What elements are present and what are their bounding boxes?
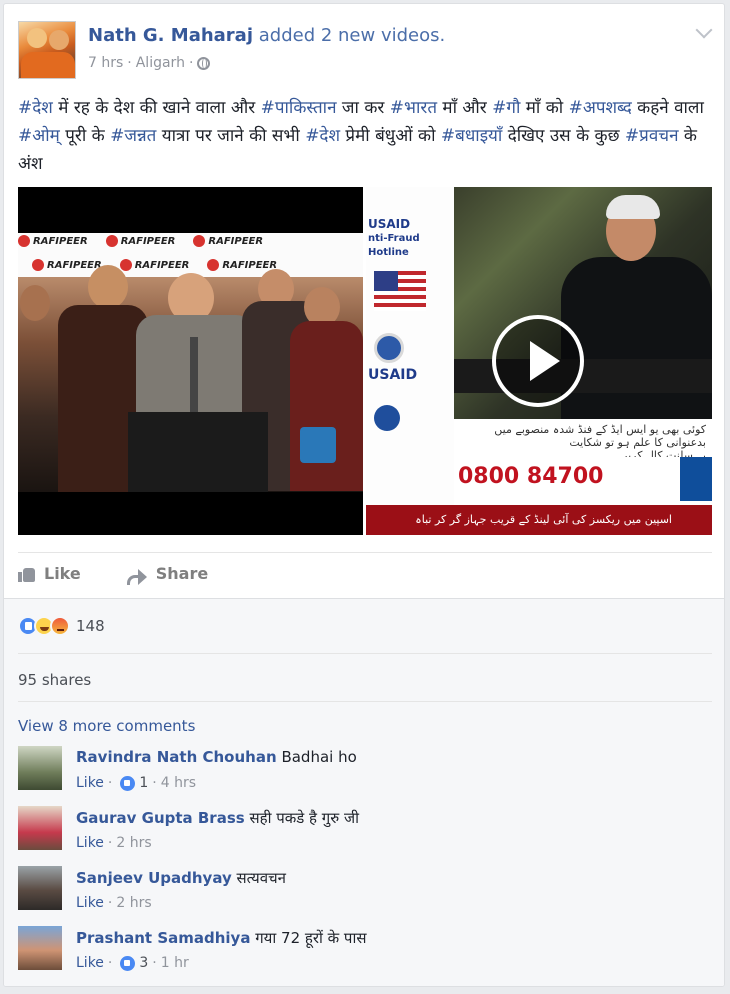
author-name[interactable]: Nath G. Maharaj <box>88 25 253 46</box>
thumbs-up-icon <box>18 566 35 582</box>
post-text-fragment: जा कर <box>336 98 390 118</box>
video-thumbnail-2[interactable]: USAID nti-Fraud Hotline USAID کوئی بھی ی… <box>366 187 712 535</box>
comment-like-link[interactable]: Like <box>76 775 104 791</box>
hashtag-link[interactable]: #जन्नत <box>110 126 156 146</box>
comment-item: Sanjeev Upadhyay सत्यवचन Like · 2 hrs <box>18 866 708 916</box>
post-text-fragment: यात्रा पर जाने की सभी <box>156 126 306 146</box>
comment-item: Gaurav Gupta Brass सही पकडे है गुरु जी L… <box>18 806 708 856</box>
post-text-fragment: कहने वाला <box>631 98 704 118</box>
feedback-section: 148 95 shares View 8 more comments Ravin… <box>4 598 724 986</box>
comment-time[interactable]: 2 hrs <box>116 835 151 851</box>
post-action-text[interactable]: added 2 new videos. <box>259 25 445 46</box>
channel-logo-icon <box>300 427 336 463</box>
comment-text: सही पकडे है गुरु जी <box>249 809 359 827</box>
flag-icon <box>374 271 426 311</box>
comment-like-link[interactable]: Like <box>76 895 104 911</box>
avatar[interactable] <box>18 866 62 910</box>
reactions-summary[interactable]: 148 <box>18 616 105 636</box>
post-text-fragment: माँ और <box>437 98 493 118</box>
video-thumbnail-1[interactable]: RAFIPEER RAFIPEER RAFIPEER RAFIPEER RAFIPEE… <box>18 187 363 535</box>
post-text-fragment: देखिए उस के कुछ <box>502 126 625 146</box>
angry-reaction-icon <box>50 616 70 636</box>
post-text: #देश में रह के देश की खाने वाला और #पाकि… <box>18 94 718 178</box>
hashtag-link[interactable]: #देश <box>18 98 53 118</box>
view-more-comments-link[interactable]: View 8 more comments <box>18 717 195 735</box>
sponsor-logos: RAFIPEER RAFIPEER RAFIPEER <box>18 235 363 247</box>
share-button[interactable]: Share <box>126 564 208 585</box>
commenter-name[interactable]: Sanjeev Upadhyay <box>76 869 232 887</box>
post-text-fragment: पूरी के <box>59 126 111 146</box>
play-button[interactable] <box>492 315 584 407</box>
chevron-down-icon[interactable] <box>695 21 713 39</box>
post-actions: Like Share <box>18 564 208 585</box>
urdu-caption: کوئی بھی یو ایس ایڈ کے فنڈ شدہ منصوبے می… <box>454 419 712 462</box>
post-text-fragment: में रह के देश की खाने वाला और <box>52 98 261 118</box>
post-location[interactable]: Aligarh <box>136 55 185 71</box>
comment-text: Badhai ho <box>281 748 357 766</box>
like-button[interactable]: Like <box>18 564 81 583</box>
hashtag-link[interactable]: #गौ <box>492 98 520 118</box>
like-count-icon <box>120 955 136 971</box>
comment-item: Prashant Samadhiya गया 72 हूरों के पास L… <box>18 926 708 976</box>
globe-seal-icon <box>374 405 400 431</box>
post-text-fragment: माँ को <box>520 98 569 118</box>
globe-icon[interactable] <box>197 56 211 70</box>
comment-time[interactable]: 1 hr <box>161 955 189 971</box>
hashtag-link[interactable]: #देश <box>305 126 340 146</box>
hotline-number: 0800 84700 <box>458 464 604 489</box>
post-meta: 7 hrs · Aligarh · <box>88 55 211 71</box>
commenter-name[interactable]: Prashant Samadhiya <box>76 929 250 947</box>
hashtag-link[interactable]: #ओम् <box>18 126 60 146</box>
comment-text: सत्यवचन <box>236 869 286 887</box>
comment-time[interactable]: 2 hrs <box>116 895 151 911</box>
author-avatar[interactable] <box>18 21 76 79</box>
avatar[interactable] <box>18 926 62 970</box>
post-header: Nath G. Maharaj added 2 new videos. <box>88 25 445 46</box>
avatar[interactable] <box>18 806 62 850</box>
comment-text: गया 72 हूरों के पास <box>255 929 367 947</box>
hashtag-link[interactable]: #पाकिस्तान <box>261 98 337 118</box>
comment-item: Ravindra Nath Chouhan Badhai ho Like · 1… <box>18 746 708 796</box>
commenter-name[interactable]: Ravindra Nath Chouhan <box>76 748 277 766</box>
comment-time[interactable]: 4 hrs <box>161 775 196 791</box>
hashtag-link[interactable]: #बधाइयाँ <box>441 126 502 146</box>
avatar[interactable] <box>18 746 62 790</box>
hashtag-link[interactable]: #भारत <box>390 98 437 118</box>
comment-like-link[interactable]: Like <box>76 835 104 851</box>
post-time[interactable]: 7 hrs <box>88 55 123 71</box>
comment-like-link[interactable]: Like <box>76 955 104 971</box>
post-text-fragment: प्रेमी बंधुओं को <box>340 126 441 146</box>
commenter-name[interactable]: Gaurav Gupta Brass <box>76 809 245 827</box>
share-arrow-icon <box>126 566 147 585</box>
hashtag-link[interactable]: #अपशब्द <box>569 98 632 118</box>
share-count[interactable]: 95 shares <box>18 671 91 689</box>
post-card: Nath G. Maharaj added 2 new videos. 7 hr… <box>3 3 725 987</box>
hashtag-link[interactable]: #प्रवचन <box>625 126 679 146</box>
seal-icon <box>374 333 404 363</box>
like-count-icon <box>120 775 136 791</box>
reaction-count: 148 <box>76 617 105 635</box>
